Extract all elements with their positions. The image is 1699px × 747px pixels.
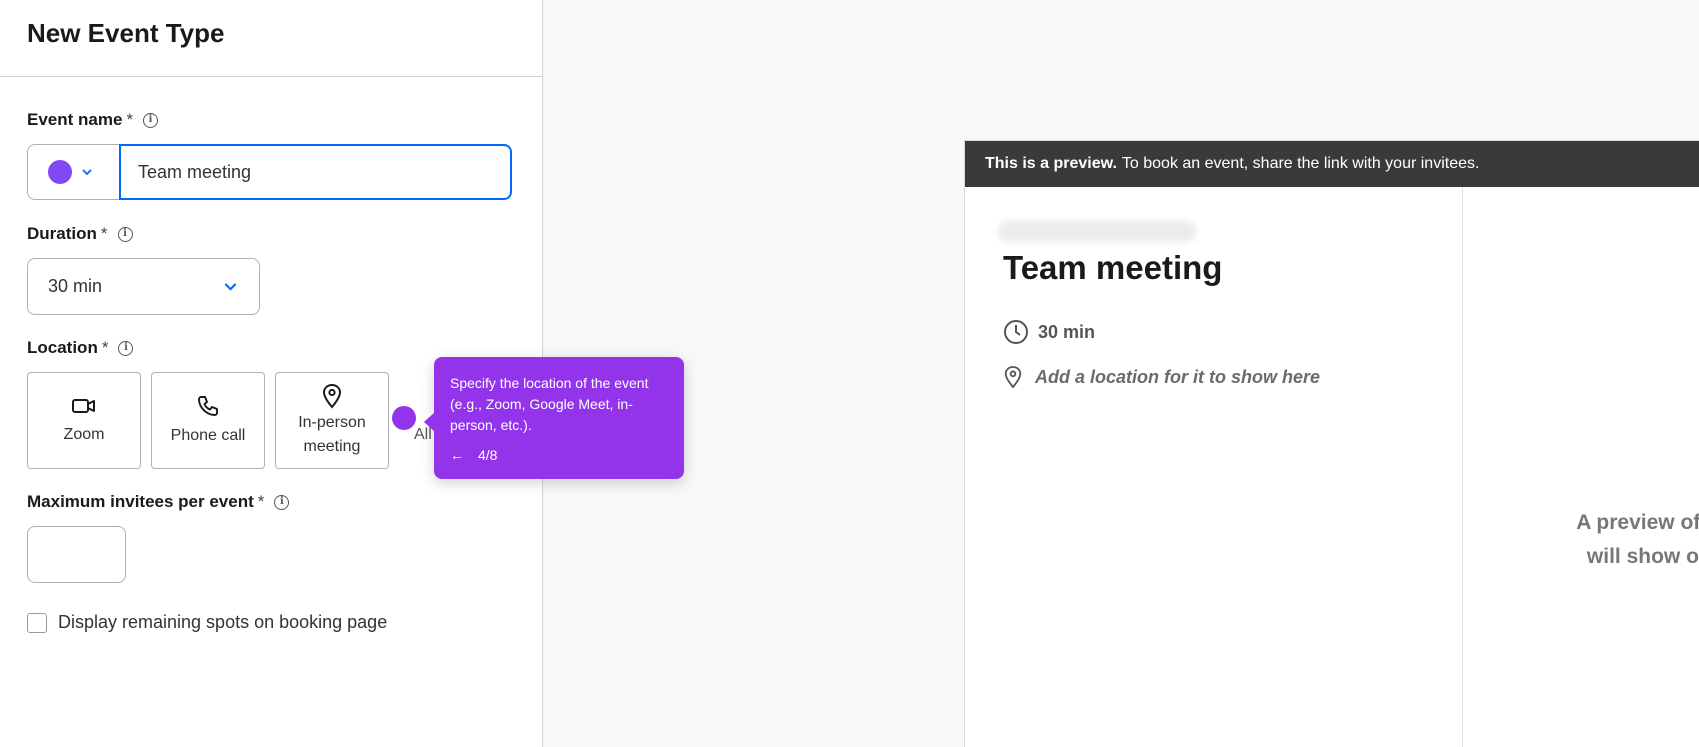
chevron-down-icon	[224, 283, 237, 291]
color-swatch	[48, 160, 72, 184]
location-option-in-person[interactable]: In-person meeting	[275, 372, 389, 469]
preview-location: Add a location for it to show here	[1003, 364, 1320, 390]
onboarding-tooltip: Specify the location of the event (e.g.,…	[424, 357, 684, 479]
phone-icon	[198, 395, 218, 416]
location-options: Zoom Phone call In-person meeting	[27, 372, 389, 469]
info-icon[interactable]: i	[143, 112, 159, 128]
tooltip-footer: ← 4/8	[450, 445, 668, 466]
booking-preview: This is a preview. To book an event, sha…	[965, 141, 1699, 747]
duration-select[interactable]: 30 min	[27, 258, 260, 315]
map-pin-icon	[322, 383, 342, 409]
max-invitees-input[interactable]	[27, 526, 126, 583]
location-label: Location * i	[27, 338, 134, 358]
display-spots-checkbox[interactable]	[27, 612, 47, 633]
location-option-zoom[interactable]: Zoom	[27, 372, 141, 469]
page-title: New Event Type	[27, 18, 225, 48]
info-icon[interactable]: i	[117, 226, 133, 242]
event-name-row	[27, 144, 512, 200]
event-name-input[interactable]	[119, 144, 512, 200]
display-spots-label: Display remaining spots on booking page	[58, 612, 388, 632]
location-option-phone-call[interactable]: Phone call	[151, 372, 265, 469]
duration-label: Duration * i	[27, 224, 133, 244]
tooltip-text: Specify the location of the event (e.g.,…	[450, 375, 649, 433]
info-icon[interactable]: i	[274, 494, 290, 510]
video-camera-icon	[72, 398, 95, 413]
preview-banner: This is a preview. To book an event, sha…	[965, 141, 1699, 187]
duration-value: 30 min	[48, 276, 103, 296]
clock-icon	[1004, 320, 1028, 344]
chevron-down-icon	[82, 169, 92, 176]
info-icon[interactable]: i	[118, 340, 134, 356]
map-pin-icon	[1004, 366, 1022, 389]
tour-beacon[interactable]	[392, 406, 416, 430]
color-picker-button[interactable]	[27, 144, 119, 200]
display-spots-option[interactable]: Display remaining spots on booking page	[27, 612, 387, 633]
preview-duration: 30 min	[1003, 319, 1095, 345]
event-name-label: Event name * i	[27, 110, 159, 130]
back-arrow-icon[interactable]: ←	[450, 445, 464, 466]
calendar-preview-placeholder: A preview of y will show or	[1576, 511, 1699, 568]
tooltip-step-counter: 4/8	[478, 447, 498, 463]
blurred-host-name	[998, 221, 1196, 242]
panel-header: New Event Type	[0, 0, 542, 77]
max-invitees-label: Maximum invitees per event * i	[27, 492, 290, 512]
preview-title: Team meeting	[1003, 249, 1223, 286]
preview-divider	[1462, 187, 1463, 747]
